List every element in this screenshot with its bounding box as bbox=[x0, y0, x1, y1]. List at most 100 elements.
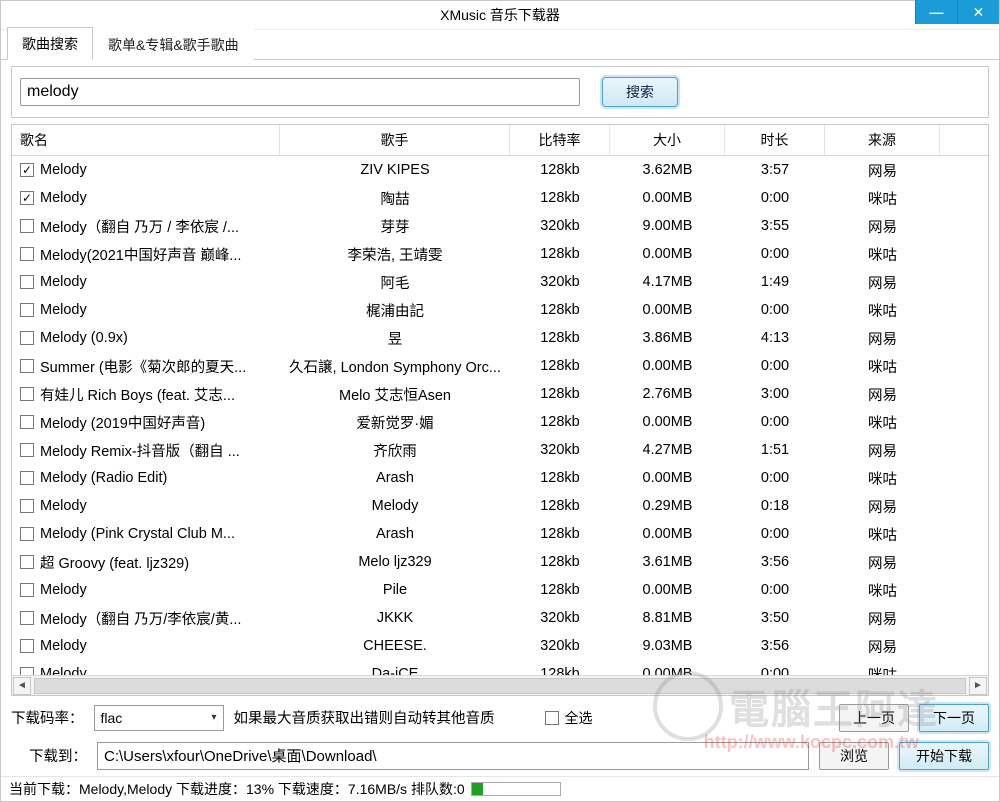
close-button[interactable]: ✕ bbox=[957, 0, 999, 24]
table-row[interactable]: Melody阿毛320kb4.17MB1:49网易 bbox=[12, 268, 988, 296]
select-all-checkbox[interactable]: 全选 bbox=[545, 708, 593, 728]
table-row[interactable]: Melody (Pink Crystal Club M...Arash128kb… bbox=[12, 520, 988, 548]
row-checkbox[interactable] bbox=[20, 303, 34, 317]
table-row[interactable]: Melody (0.9x)昱128kb3.86MB4:13网易 bbox=[12, 324, 988, 352]
cell-duration: 3:56 bbox=[725, 554, 825, 570]
cell-size: 4.27MB bbox=[610, 442, 725, 458]
table-row[interactable]: Melody（翻自 乃万/李依宸/黄...JKKK320kb8.81MB3:50… bbox=[12, 604, 988, 632]
col-size[interactable]: 大小 bbox=[610, 125, 725, 155]
col-duration[interactable]: 时长 bbox=[725, 125, 825, 155]
table-row[interactable]: Summer (电影《菊次郎的夏天... 久石譲, London Symphony… bbox=[12, 352, 988, 380]
cell-name: Melody (0.9x) bbox=[40, 330, 128, 346]
col-artist[interactable]: 歌手 bbox=[280, 125, 510, 155]
row-checkbox[interactable] bbox=[20, 415, 34, 429]
cell-duration: 0:00 bbox=[725, 190, 825, 206]
table-row[interactable]: MelodyPile128kb0.00MB0:00咪咕 bbox=[12, 576, 988, 604]
row-checkbox[interactable] bbox=[20, 471, 34, 485]
cell-duration: 4:13 bbox=[725, 330, 825, 346]
row-checkbox[interactable] bbox=[20, 387, 34, 401]
table-row[interactable]: 超 Groovy (feat. ljz329)Melo ljz329128kb3… bbox=[12, 548, 988, 576]
row-checkbox[interactable] bbox=[20, 443, 34, 457]
progress-bar bbox=[471, 782, 561, 796]
grid-header: 歌名 歌手 比特率 大小 时长 来源 bbox=[12, 125, 988, 156]
row-checkbox[interactable] bbox=[20, 583, 34, 597]
table-row[interactable]: Melody (Radio Edit)Arash128kb0.00MB0:00咪… bbox=[12, 464, 988, 492]
table-row[interactable]: MelodyDa-iCE128kb0.00MB0:00咪咕 bbox=[12, 660, 988, 674]
grid-body[interactable]: MelodyZIV KIPES128kb3.62MB3:57网易Melody陶喆… bbox=[12, 156, 988, 674]
status-bar: 当前下载：Melody,Melody 下载进度：13% 下载速度：7.16MB/… bbox=[1, 776, 999, 801]
table-row[interactable]: Melody梶浦由記128kb0.00MB0:00咪咕 bbox=[12, 296, 988, 324]
cell-duration: 3:00 bbox=[725, 386, 825, 402]
row-checkbox[interactable] bbox=[20, 163, 34, 177]
col-bitrate[interactable]: 比特率 bbox=[510, 125, 610, 155]
row-checkbox[interactable] bbox=[20, 499, 34, 513]
row-checkbox[interactable] bbox=[20, 527, 34, 541]
browse-button[interactable]: 浏览 bbox=[819, 742, 889, 770]
table-row[interactable]: 有娃儿 Rich Boys (feat. 艾志...Melo 艾志恒Asen12… bbox=[12, 380, 988, 408]
row-checkbox[interactable] bbox=[20, 191, 34, 205]
dest-path-input[interactable] bbox=[97, 742, 809, 770]
table-row[interactable]: Melody(2021中国好声音 巅峰...李荣浩, 王靖雯128kb0.00M… bbox=[12, 240, 988, 268]
cell-artist: Melody bbox=[280, 498, 510, 514]
cell-artist: 齐欣雨 bbox=[280, 440, 510, 461]
table-row[interactable]: MelodyMelody128kb0.29MB0:18网易 bbox=[12, 492, 988, 520]
cell-source: 网易 bbox=[825, 496, 940, 517]
row-checkbox[interactable] bbox=[20, 247, 34, 261]
bitrate-select[interactable]: flac ▾ bbox=[94, 705, 224, 731]
cell-artist: 陶喆 bbox=[280, 188, 510, 209]
table-row[interactable]: Melody陶喆128kb0.00MB0:00咪咕 bbox=[12, 184, 988, 212]
col-source[interactable]: 来源 bbox=[825, 125, 940, 155]
cell-size: 8.81MB bbox=[610, 610, 725, 626]
table-row[interactable]: MelodyZIV KIPES128kb3.62MB3:57网易 bbox=[12, 156, 988, 184]
cell-bitrate: 128kb bbox=[510, 666, 610, 674]
cell-source: 网易 bbox=[825, 384, 940, 405]
app-window: XMusic 音乐下载器 — ✕ 歌曲搜索 歌单&专辑&歌手歌曲 搜索 歌名 歌… bbox=[0, 0, 1000, 802]
table-row[interactable]: MelodyCHEESE.320kb9.03MB3:56网易 bbox=[12, 632, 988, 660]
start-download-button[interactable]: 开始下载 bbox=[899, 742, 989, 770]
prev-page-button[interactable]: 上一页 bbox=[839, 704, 909, 732]
cell-duration: 3:55 bbox=[725, 218, 825, 234]
next-page-button[interactable]: 下一页 bbox=[919, 704, 989, 732]
tab-song-search[interactable]: 歌曲搜索 bbox=[7, 27, 93, 60]
select-all-label: 全选 bbox=[565, 708, 593, 728]
scroll-thumb[interactable] bbox=[34, 678, 966, 694]
bitrate-label: 下载码率： bbox=[11, 707, 84, 728]
cell-bitrate: 320kb bbox=[510, 218, 610, 234]
search-panel: 搜索 bbox=[11, 66, 989, 118]
row-checkbox[interactable] bbox=[20, 275, 34, 289]
search-input[interactable] bbox=[20, 78, 580, 106]
cell-bitrate: 128kb bbox=[510, 302, 610, 318]
cell-name: Summer (电影《菊次郎的夏天... bbox=[40, 356, 246, 377]
cell-duration: 0:00 bbox=[725, 666, 825, 674]
cell-size: 0.00MB bbox=[610, 666, 725, 674]
cell-size: 0.00MB bbox=[610, 414, 725, 430]
cell-name: Melody（翻自 乃万 / 李依宸 /... bbox=[40, 216, 239, 237]
row-checkbox[interactable] bbox=[20, 639, 34, 653]
row-checkbox[interactable] bbox=[20, 331, 34, 345]
tab-playlist-album-artist[interactable]: 歌单&专辑&歌手歌曲 bbox=[93, 28, 254, 60]
titlebar[interactable]: XMusic 音乐下载器 — ✕ bbox=[1, 1, 999, 30]
row-checkbox[interactable] bbox=[20, 667, 34, 674]
table-row[interactable]: Melody（翻自 乃万 / 李依宸 /...芽芽320kb9.00MB3:55… bbox=[12, 212, 988, 240]
row-checkbox[interactable] bbox=[20, 611, 34, 625]
progress-fill bbox=[472, 783, 483, 795]
cell-artist: 久石譲, London Symphony Orc... bbox=[280, 356, 510, 377]
cell-size: 4.17MB bbox=[610, 274, 725, 290]
scroll-left-icon[interactable]: ◄ bbox=[13, 677, 31, 695]
cell-size: 9.00MB bbox=[610, 218, 725, 234]
cell-duration: 3:50 bbox=[725, 610, 825, 626]
cell-source: 网易 bbox=[825, 160, 940, 181]
cell-size: 3.62MB bbox=[610, 162, 725, 178]
cell-name: Melody(2021中国好声音 巅峰... bbox=[40, 244, 241, 265]
row-checkbox[interactable] bbox=[20, 359, 34, 373]
minimize-button[interactable]: — bbox=[915, 0, 957, 24]
cell-size: 0.00MB bbox=[610, 190, 725, 206]
row-checkbox[interactable] bbox=[20, 555, 34, 569]
search-button[interactable]: 搜索 bbox=[602, 77, 678, 107]
row-checkbox[interactable] bbox=[20, 219, 34, 233]
table-row[interactable]: Melody Remix-抖音版（翻自 ...齐欣雨320kb4.27MB1:5… bbox=[12, 436, 988, 464]
scroll-right-icon[interactable]: ► bbox=[969, 677, 987, 695]
horizontal-scrollbar[interactable]: ◄ ► bbox=[12, 675, 988, 695]
col-name[interactable]: 歌名 bbox=[12, 125, 280, 155]
table-row[interactable]: Melody (2019中国好声音)爱新觉罗·媚128kb0.00MB0:00咪… bbox=[12, 408, 988, 436]
